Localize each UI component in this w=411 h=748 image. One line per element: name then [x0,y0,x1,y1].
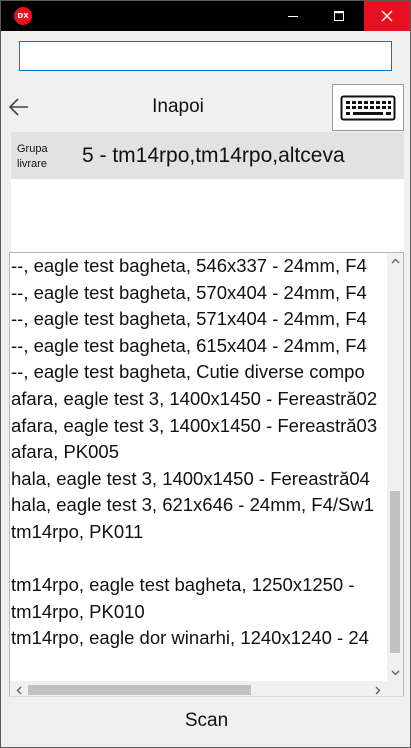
title-bar[interactable]: DX [1,1,410,31]
list-item[interactable]: afara, eagle test 3, 1400x1450 - Fereast… [10,386,387,413]
list-item[interactable]: tm14rpo, eagle test bagheta, 1250x1250 - [10,572,387,599]
scroll-up-arrow-icon[interactable] [387,254,403,268]
scroll-left-arrow-icon[interactable] [11,683,27,697]
list-item[interactable]: --, eagle test bagheta, 571x404 - 24mm, … [10,306,387,333]
close-icon [381,10,393,22]
list-item[interactable]: tm14rpo, eagle dor winarhi, 1240x1240 - … [10,625,387,652]
minimize-button[interactable] [270,1,316,31]
details-area [11,179,404,252]
list-item[interactable]: afara, PK005 [10,439,387,466]
arrow-left-icon [8,98,28,116]
app-window: DX Inapoi Grupa livrare 5 - tm14rpo,tm14… [0,0,411,748]
delivery-group-label: Grupa livrare [17,143,48,170]
horizontal-scrollbar-thumb[interactable] [28,685,251,695]
delivery-group-row: Grupa livrare 5 - tm14rpo,tm14rpo,altcev… [11,132,404,179]
scan-button[interactable]: Scan [9,696,404,745]
keyboard-button[interactable] [332,84,404,131]
items-list-viewport: --, eagle test bagheta, 546x337 - 24mm, … [10,253,387,681]
items-list[interactable]: --, eagle test bagheta, 546x337 - 24mm, … [9,252,404,720]
minimize-icon [288,16,298,17]
list-item[interactable]: tm14rpo, PK011 [10,519,387,546]
list-item[interactable]: --, eagle test bagheta, 570x404 - 24mm, … [10,280,387,307]
list-item[interactable]: afara, eagle test 3, 1400x1450 - Fereast… [10,413,387,440]
keyboard-icon [340,95,396,120]
scroll-right-arrow-icon[interactable] [370,683,386,697]
list-item[interactable] [10,546,387,573]
vertical-scrollbar-thumb[interactable] [390,491,400,653]
vertical-scrollbar[interactable] [387,253,403,681]
delivery-group-value: 5 - tm14rpo,tm14rpo,altceva [82,144,345,167]
navigation-row: Inapoi [1,82,410,132]
back-label[interactable]: Inapoi [91,96,265,118]
maximize-icon [334,11,344,21]
list-item[interactable]: hala, eagle test 3, 621x646 - 24mm, F4/S… [10,492,387,519]
list-item[interactable]: tm14rpo, PK010 [10,599,387,626]
app-icon: DX [14,7,32,25]
list-item[interactable]: hala, eagle test 3, 1400x1450 - Fereastr… [10,466,387,493]
list-item[interactable]: --, eagle test bagheta, Cutie diverse co… [10,359,387,386]
search-input[interactable] [19,41,392,71]
list-item[interactable]: --, eagle test bagheta, 546x337 - 24mm, … [10,253,387,280]
main-content: Inapoi Grupa livrare 5 - tm14rpo,tm14rpo… [1,31,410,747]
close-button[interactable] [364,1,410,31]
app-icon-text: DX [17,12,29,20]
list-item[interactable]: --, eagle test bagheta, 615x404 - 24mm, … [10,333,387,360]
maximize-button[interactable] [316,1,362,31]
back-button[interactable] [1,92,37,122]
scroll-down-arrow-icon[interactable] [387,666,403,680]
